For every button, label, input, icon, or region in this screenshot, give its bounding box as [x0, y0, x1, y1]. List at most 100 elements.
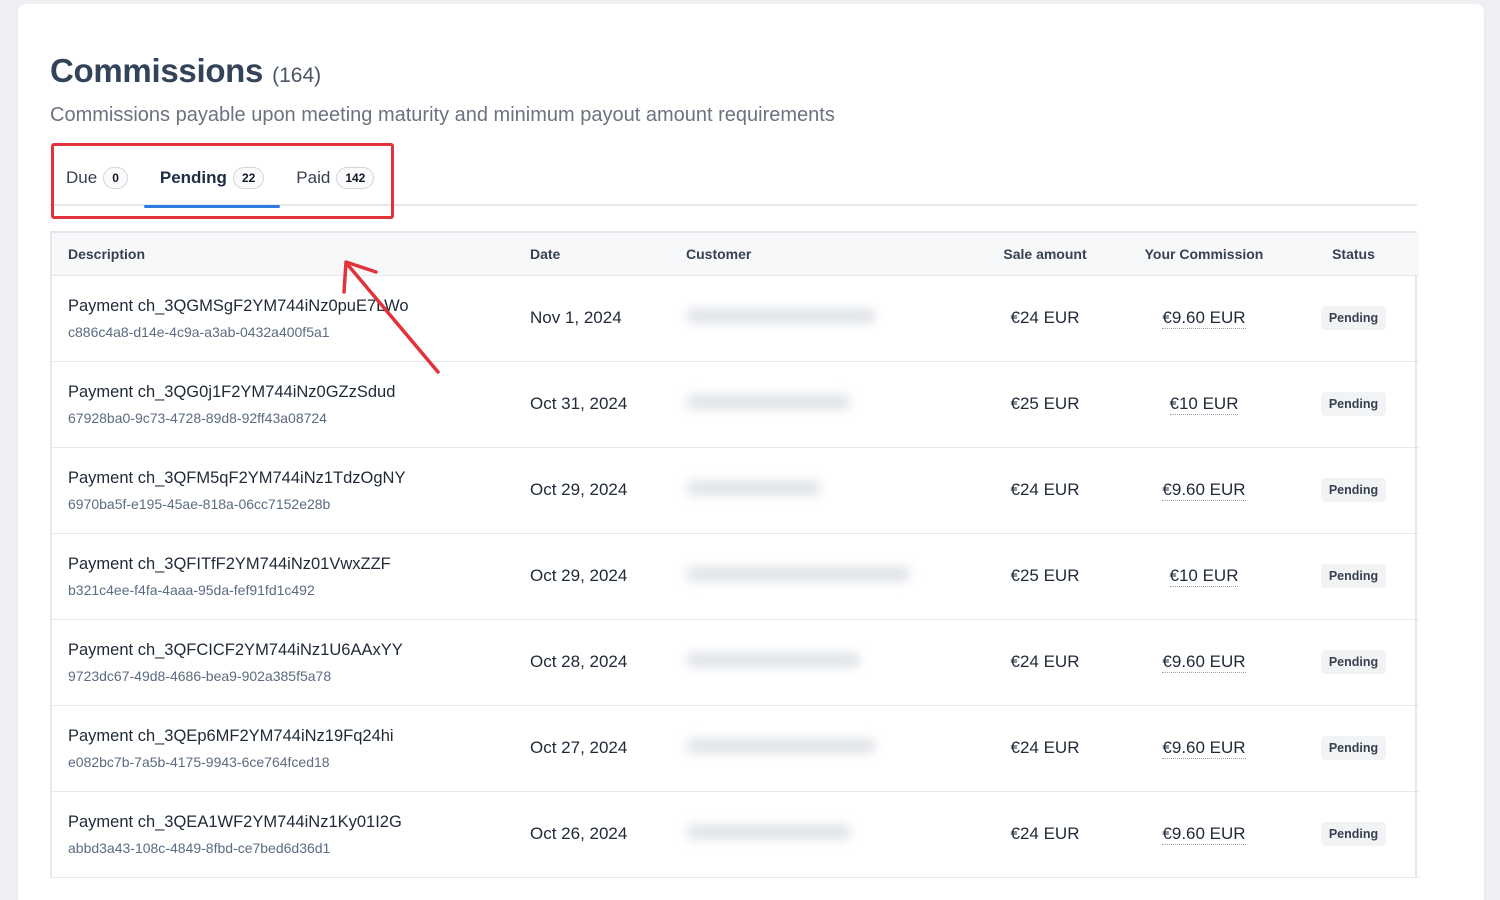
date-cell: Nov 1, 2024 [530, 308, 622, 327]
column-header-customer[interactable]: Customer [670, 233, 970, 276]
customer-cell [670, 791, 970, 877]
commission-value[interactable]: €9.60 EUR [1162, 824, 1246, 845]
commissions-table-wrapper: Description Date Customer Sale amount Yo… [50, 231, 1419, 878]
table-row[interactable]: Payment ch_3QEA1WF2YM744iNz1Ky01I2G abbd… [52, 791, 1419, 877]
commission-id: 6970ba5f-e195-45ae-818a-06cc7152e28b [68, 495, 331, 512]
description-cell: Payment ch_3QFM5qF2YM744iNz1TdzOgNY 6970… [52, 447, 514, 533]
page-header: Commissions (164) Commissions payable up… [50, 52, 835, 127]
commission-value[interactable]: €9.60 EUR [1162, 738, 1246, 759]
table-row[interactable]: Payment ch_3QFCICF2YM744iNz1U6AAxYY 9723… [52, 619, 1419, 705]
table-row[interactable]: Payment ch_3QFM5qF2YM744iNz1TdzOgNY 6970… [52, 447, 1419, 533]
status-cell: Pending [1288, 619, 1419, 705]
column-header-status[interactable]: Status [1288, 233, 1419, 276]
payment-description: Payment ch_3QEA1WF2YM744iNz1Ky01I2G [68, 812, 402, 831]
tab-paid[interactable]: Paid 142 [280, 150, 390, 206]
date-cell: Oct 31, 2024 [530, 394, 628, 413]
tab-pending-label: Pending [159, 168, 227, 187]
commission-cell: €9.60 EUR [1120, 791, 1288, 877]
table-body: Payment ch_3QGMSgF2YM744iNz0puE7LWo c886… [52, 275, 1419, 877]
description-cell: Payment ch_3QEp6MF2YM744iNz19Fq24hi e082… [52, 705, 514, 791]
customer-cell [670, 705, 970, 791]
title-row: Commissions (164) [50, 52, 835, 90]
tab-due-label: Due [66, 168, 98, 187]
date-cell: Oct 29, 2024 [530, 566, 628, 585]
commission-cell: €10 EUR [1120, 361, 1288, 447]
payment-description: Payment ch_3QG0j1F2YM744iNz0GZzSdud [68, 382, 396, 401]
payment-description: Payment ch_3QEp6MF2YM744iNz19Fq24hi [68, 726, 394, 745]
header-row: Description Date Customer Sale amount Yo… [52, 233, 1419, 276]
status-tabs: Due 0 Pending 22 Paid 142 [50, 150, 1417, 208]
column-header-sale-amount[interactable]: Sale amount [970, 233, 1120, 276]
sale-amount-cell: €25 EUR [1010, 394, 1080, 413]
table-row[interactable]: Payment ch_3QFITfF2YM744iNz01VwxZZF b321… [52, 533, 1419, 619]
sale-amount-cell: €25 EUR [1010, 566, 1080, 585]
commissions-table: Description Date Customer Sale amount Yo… [52, 233, 1419, 878]
table-row[interactable]: Payment ch_3QGMSgF2YM744iNz0puE7LWo c886… [52, 275, 1419, 361]
commission-id: 67928ba0-9c73-4728-89d8-92ff43a08724 [68, 409, 327, 426]
status-cell: Pending [1288, 447, 1419, 533]
commission-id: c886c4a8-d14e-4c9a-a3ab-0432a400f5a1 [68, 323, 330, 340]
commission-id: 9723dc67-49d8-4686-bea9-902a385f5a78 [68, 667, 332, 684]
customer-cell [670, 361, 970, 447]
status-badge: Pending [1320, 650, 1387, 674]
page-subtitle: Commissions payable upon meeting maturit… [50, 104, 835, 126]
sale-amount-cell: €24 EUR [1010, 480, 1080, 499]
sale-amount-cell: €24 EUR [1010, 652, 1080, 671]
tab-paid-label: Paid [296, 168, 331, 187]
sale-amount-cell: €24 EUR [1010, 824, 1080, 843]
tab-due-count: 0 [103, 167, 128, 189]
commission-value[interactable]: €9.60 EUR [1162, 308, 1246, 329]
date-cell: Oct 27, 2024 [530, 738, 628, 757]
commission-cell: €9.60 EUR [1120, 275, 1288, 361]
customer-cell [670, 275, 970, 361]
commission-value[interactable]: €9.60 EUR [1162, 480, 1246, 501]
commission-cell: €9.60 EUR [1120, 447, 1288, 533]
table-row[interactable]: Payment ch_3QG0j1F2YM744iNz0GZzSdud 6792… [52, 361, 1419, 447]
status-cell: Pending [1288, 533, 1419, 619]
customer-cell [670, 533, 970, 619]
status-badge: Pending [1320, 306, 1387, 330]
customer-cell [670, 447, 970, 533]
commission-id: e082bc7b-7a5b-4175-9943-6ce764fced18 [68, 753, 330, 770]
payment-description: Payment ch_3QFM5qF2YM744iNz1TdzOgNY [68, 468, 406, 487]
description-cell: Payment ch_3QGMSgF2YM744iNz0puE7LWo c886… [52, 275, 514, 361]
commission-value[interactable]: €10 EUR [1169, 566, 1239, 587]
description-cell: Payment ch_3QEA1WF2YM744iNz1Ky01I2G abbd… [52, 791, 514, 877]
customer-cell [670, 619, 970, 705]
commission-value[interactable]: €10 EUR [1169, 394, 1239, 415]
column-header-description[interactable]: Description [52, 233, 514, 276]
sale-amount-cell: €24 EUR [1010, 738, 1080, 757]
sale-amount-cell: €24 EUR [1010, 308, 1080, 327]
status-cell: Pending [1288, 705, 1419, 791]
table-row[interactable]: Payment ch_3QEp6MF2YM744iNz19Fq24hi e082… [52, 705, 1419, 791]
commission-cell: €9.60 EUR [1120, 619, 1288, 705]
commission-id: abbd3a43-108c-4849-8fbd-ce7bed6d36d1 [68, 839, 331, 856]
commission-cell: €9.60 EUR [1120, 705, 1288, 791]
customer-redacted [686, 823, 851, 840]
customer-redacted [686, 307, 876, 324]
tab-paid-count: 142 [336, 167, 375, 189]
description-cell: Payment ch_3QFITfF2YM744iNz01VwxZZF b321… [52, 533, 514, 619]
commission-count: (164) [272, 64, 322, 87]
customer-redacted [686, 651, 861, 668]
column-header-date[interactable]: Date [514, 233, 670, 276]
page-title: Commissions [50, 52, 264, 89]
table-header: Description Date Customer Sale amount Yo… [52, 233, 1419, 276]
column-header-commission[interactable]: Your Commission [1120, 233, 1288, 276]
status-badge: Pending [1320, 564, 1387, 588]
commission-id: b321c4ee-f4fa-4aaa-95da-fef91fd1c492 [68, 581, 315, 598]
customer-redacted [686, 479, 821, 496]
commission-cell: €10 EUR [1120, 533, 1288, 619]
status-badge: Pending [1320, 478, 1387, 502]
status-badge: Pending [1320, 736, 1387, 760]
payment-description: Payment ch_3QFCICF2YM744iNz1U6AAxYY [68, 640, 403, 659]
tab-pending[interactable]: Pending 22 [143, 150, 281, 208]
status-cell: Pending [1288, 361, 1419, 447]
tab-pending-count: 22 [232, 167, 265, 189]
tab-due[interactable]: Due 0 [50, 150, 144, 206]
status-badge: Pending [1320, 822, 1387, 846]
payment-description: Payment ch_3QGMSgF2YM744iNz0puE7LWo [68, 296, 409, 315]
date-cell: Oct 29, 2024 [530, 480, 628, 499]
description-cell: Payment ch_3QFCICF2YM744iNz1U6AAxYY 9723… [52, 619, 514, 705]
commission-value[interactable]: €9.60 EUR [1162, 652, 1246, 673]
